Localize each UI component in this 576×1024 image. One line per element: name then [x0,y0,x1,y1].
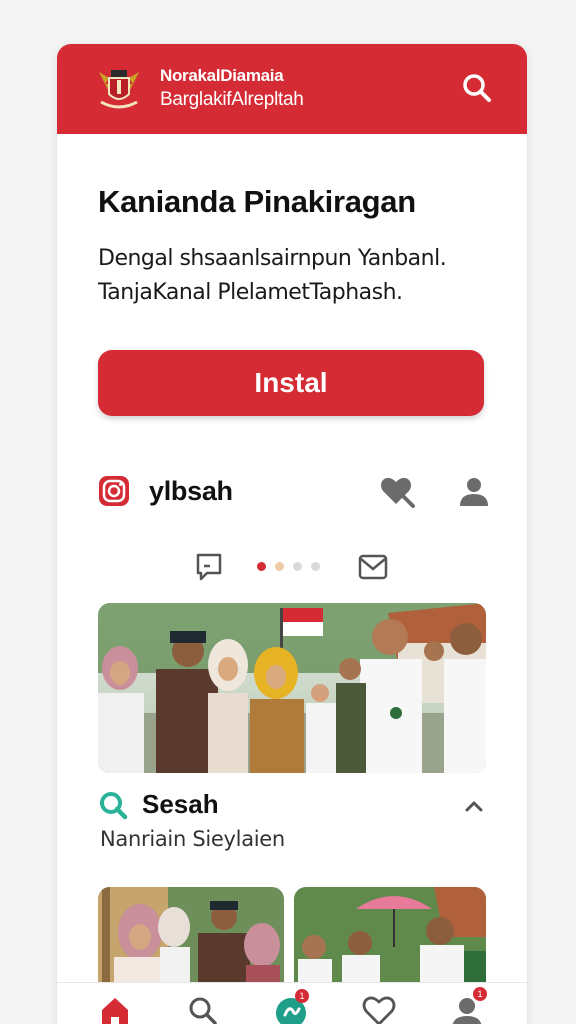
gallery-photo[interactable] [294,887,486,997]
carousel-dot[interactable] [311,562,320,571]
bottom-nav: 1 1 [57,982,527,1024]
section-title: Sesah [142,789,219,819]
app-card: NorakalDiamaia BarglakifAlrepltah Kanian… [57,44,527,1024]
garuda-emblem-icon [95,62,143,112]
home-icon[interactable] [97,993,133,1024]
heart-icon[interactable] [361,993,397,1024]
page-title: Kanianda Pinakiragan [98,184,416,219]
brand-tagline: BarglakifAlrepltah [160,89,304,110]
gallery-photo[interactable] [98,887,284,997]
section-subtitle: Nanriain Sieylaien [100,827,285,851]
chevron-up-icon[interactable] [462,796,486,816]
user-icon[interactable] [457,474,491,508]
carousel-dot-active[interactable] [257,562,266,571]
search-icon[interactable] [185,993,221,1024]
notification-badge: 1 [473,987,487,1001]
description-line-1: Dengal shsaanlsairnpun Yanbanl. [98,246,447,271]
carousel-dot[interactable] [275,562,284,571]
featured-photo[interactable] [98,603,486,773]
mail-icon[interactable] [357,552,389,582]
user-icon[interactable]: 1 [449,987,487,1024]
search-icon[interactable] [459,70,495,106]
chat-icon[interactable] [195,552,223,582]
description-line-2: TanjaKanal PlelametTaphash. [98,280,403,305]
app-header: NorakalDiamaia BarglakifAlrepltah [57,44,527,134]
heart-icon[interactable] [379,474,417,510]
brand-name: NorakalDiamaia [160,66,284,85]
notification-badge: 1 [295,989,309,1003]
carousel-dot[interactable] [293,562,302,571]
username: ylbsah [149,476,233,506]
search-icon [98,790,128,820]
install-button[interactable]: Instal [98,350,484,416]
carousel-indicator [257,562,327,572]
activity-icon[interactable]: 1 [273,989,309,1024]
instagram-icon[interactable] [98,475,130,507]
